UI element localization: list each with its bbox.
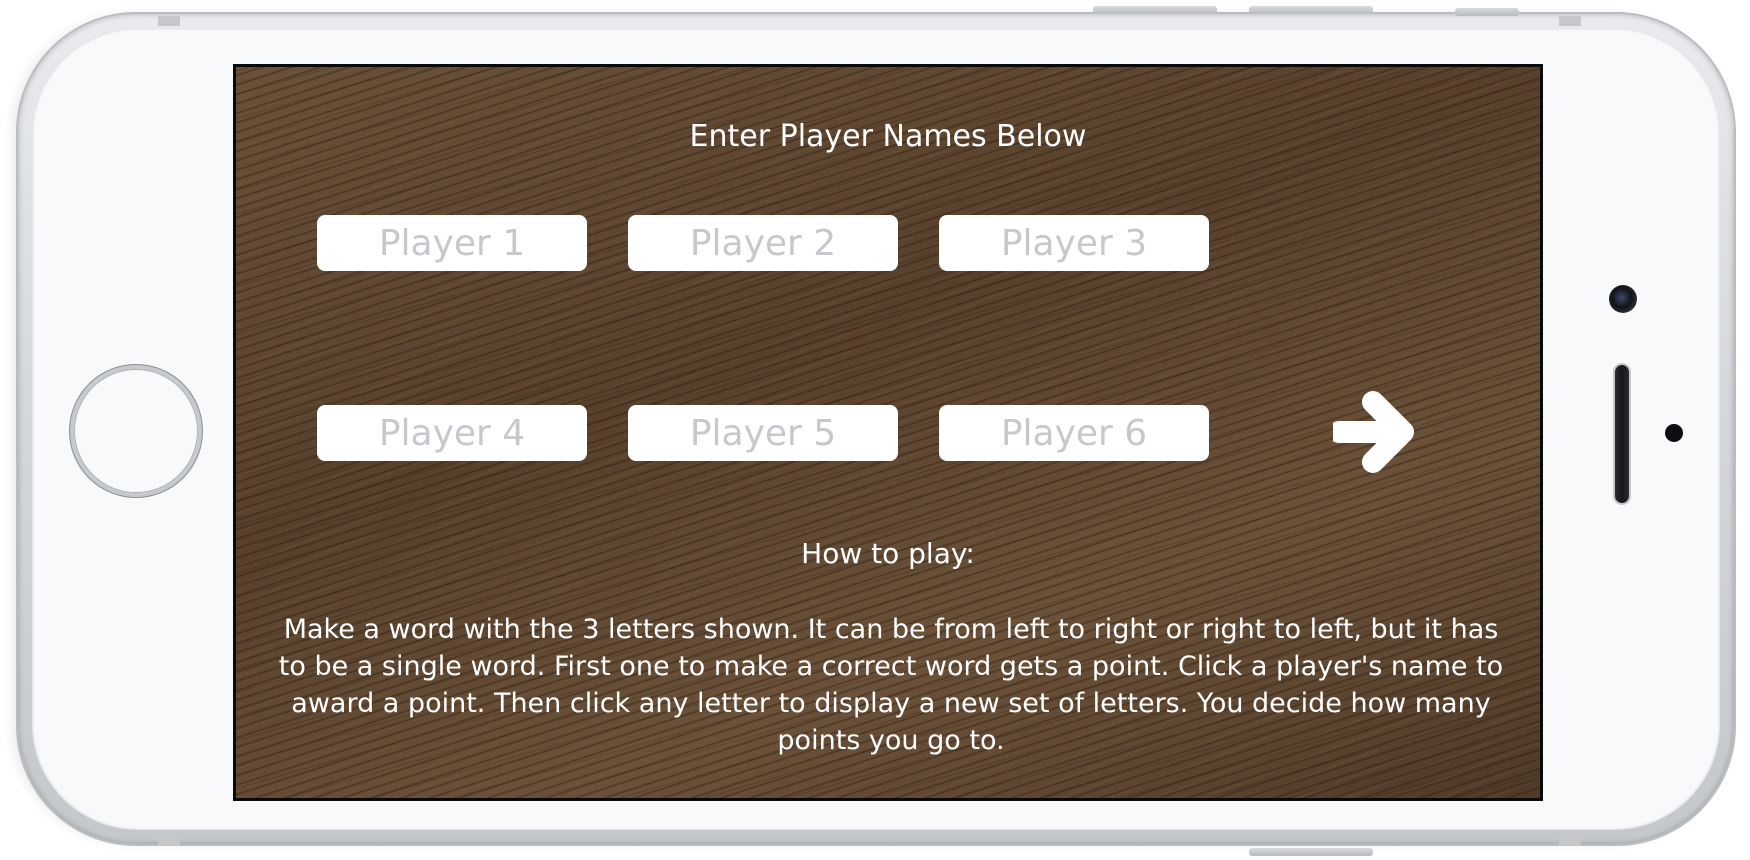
earpiece-speaker <box>1615 365 1629 503</box>
antenna-band <box>158 16 180 26</box>
home-button[interactable] <box>74 369 198 493</box>
power-button <box>1249 848 1373 856</box>
right-arrow-icon <box>1328 391 1414 473</box>
player-4-name-field[interactable] <box>317 405 587 461</box>
next-button[interactable] <box>1328 390 1421 474</box>
player-5-name-field[interactable] <box>628 405 898 461</box>
player-1-name-field[interactable] <box>317 215 587 271</box>
front-camera-icon <box>1609 285 1637 313</box>
mute-switch <box>1455 8 1519 16</box>
antenna-band <box>158 836 180 846</box>
how-to-play-heading: How to play: <box>801 537 975 570</box>
volume-button <box>1093 6 1217 14</box>
player-6-name-field[interactable] <box>939 405 1209 461</box>
antenna-band <box>1559 16 1581 26</box>
antenna-band <box>1559 836 1581 846</box>
app-screen: Enter Player Names Below How to play: Ma… <box>233 64 1543 801</box>
proximity-sensor <box>1665 424 1683 442</box>
player-2-name-field[interactable] <box>628 215 898 271</box>
stage: Enter Player Names Below How to play: Ma… <box>0 0 1750 860</box>
page-title: Enter Player Names Below <box>689 119 1087 154</box>
how-to-play-instructions: Make a word with the 3 letters shown. It… <box>278 614 1504 756</box>
player-3-name-field[interactable] <box>939 215 1209 271</box>
volume-button <box>1249 6 1373 14</box>
